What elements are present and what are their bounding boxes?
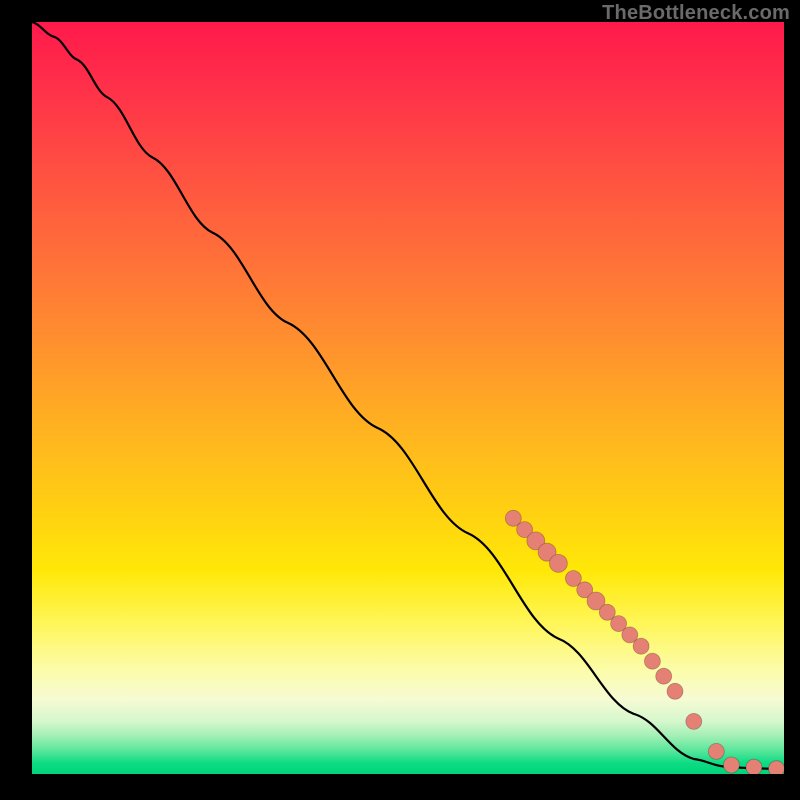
data-dot bbox=[656, 668, 672, 684]
data-dot bbox=[633, 638, 649, 654]
data-dot bbox=[549, 554, 567, 572]
data-dot bbox=[686, 713, 702, 729]
bottleneck-curve bbox=[32, 22, 784, 770]
data-dot bbox=[769, 761, 785, 774]
data-dot bbox=[667, 683, 683, 699]
data-dot bbox=[723, 757, 739, 773]
dot-group bbox=[505, 510, 784, 774]
data-dot bbox=[746, 759, 762, 774]
chart-frame: TheBottleneck.com bbox=[0, 0, 800, 800]
data-dot bbox=[644, 653, 660, 669]
plot-area bbox=[32, 22, 784, 774]
data-dot bbox=[708, 743, 724, 759]
curve-svg bbox=[32, 22, 784, 774]
